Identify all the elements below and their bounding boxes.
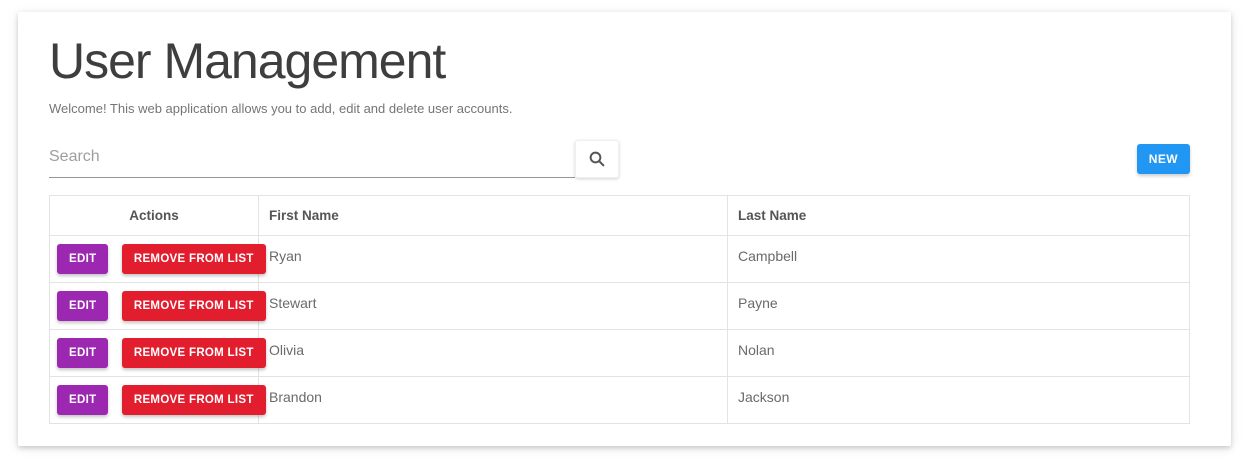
edit-button[interactable]: EDIT	[57, 385, 108, 415]
last-name-cell: Nolan	[728, 330, 1190, 377]
remove-from-list-button[interactable]: REMOVE FROM LIST	[122, 385, 266, 415]
user-management-card: User Management Welcome! This web applic…	[18, 12, 1231, 446]
search-icon	[588, 150, 606, 168]
first-name-cell: Olivia	[259, 330, 728, 377]
actions-cell: EDIT REMOVE FROM LIST	[50, 330, 259, 377]
users-table: Actions First Name Last Name EDIT REMOVE…	[49, 195, 1190, 424]
column-header-actions: Actions	[50, 196, 259, 236]
table-row: EDIT REMOVE FROM LIST Stewart Payne	[50, 283, 1190, 330]
column-header-first-name: First Name	[259, 196, 728, 236]
new-button[interactable]: NEW	[1137, 144, 1190, 174]
table-header: Actions First Name Last Name	[50, 196, 1190, 236]
remove-from-list-button[interactable]: REMOVE FROM LIST	[122, 244, 266, 274]
search-row: NEW	[49, 140, 1190, 178]
user-table-body: EDIT REMOVE FROM LIST Ryan Campbell EDIT…	[50, 236, 1190, 424]
actions-cell: EDIT REMOVE FROM LIST	[50, 283, 259, 330]
search-button[interactable]	[575, 140, 619, 178]
first-name-cell: Ryan	[259, 236, 728, 283]
table-row: EDIT REMOVE FROM LIST Brandon Jackson	[50, 377, 1190, 424]
welcome-text: Welcome! This web application allows you…	[49, 101, 1190, 116]
table-row: EDIT REMOVE FROM LIST Olivia Nolan	[50, 330, 1190, 377]
table-row: EDIT REMOVE FROM LIST Ryan Campbell	[50, 236, 1190, 283]
page-title: User Management	[49, 34, 1190, 89]
first-name-cell: Stewart	[259, 283, 728, 330]
search-input[interactable]	[49, 142, 575, 178]
last-name-cell: Jackson	[728, 377, 1190, 424]
last-name-cell: Campbell	[728, 236, 1190, 283]
actions-cell: EDIT REMOVE FROM LIST	[50, 236, 259, 283]
first-name-cell: Brandon	[259, 377, 728, 424]
last-name-cell: Payne	[728, 283, 1190, 330]
actions-cell: EDIT REMOVE FROM LIST	[50, 377, 259, 424]
remove-from-list-button[interactable]: REMOVE FROM LIST	[122, 338, 266, 368]
edit-button[interactable]: EDIT	[57, 291, 108, 321]
edit-button[interactable]: EDIT	[57, 244, 108, 274]
remove-from-list-button[interactable]: REMOVE FROM LIST	[122, 291, 266, 321]
edit-button[interactable]: EDIT	[57, 338, 108, 368]
column-header-last-name: Last Name	[728, 196, 1190, 236]
